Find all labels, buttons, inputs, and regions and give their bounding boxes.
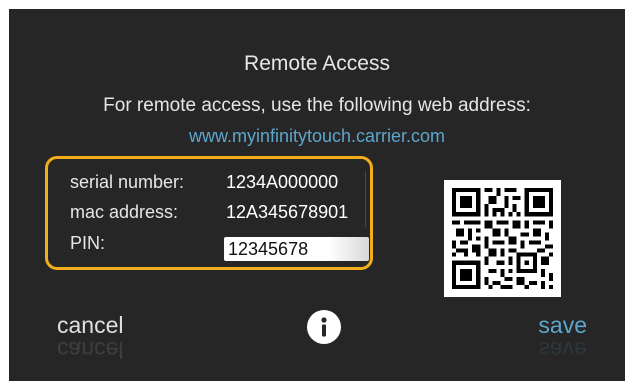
remote-access-screen: Remote Access For remote access, use the… (9, 9, 625, 381)
info-button[interactable] (307, 310, 341, 344)
mac-address-value: 12A345678901 (226, 202, 349, 222)
page-title: Remote Access (244, 52, 390, 75)
save-button[interactable]: save (538, 312, 587, 339)
qr-code-graphic (452, 188, 553, 289)
serial-number-value: 1234A000000 (226, 172, 339, 192)
device-info-box: serial number: 1234A000000 mac address: … (45, 156, 373, 270)
qr-code-icon (444, 180, 561, 297)
value-divider (365, 171, 366, 227)
info-icon (321, 317, 327, 337)
pin-input[interactable] (224, 237, 369, 261)
instructions-text: For remote access, use the following web… (103, 95, 531, 116)
cancel-button[interactable]: cancel (57, 312, 123, 339)
save-reflection: save (538, 337, 587, 363)
mac-address-label: mac address: (70, 202, 179, 222)
cancel-reflection: cancel (57, 337, 124, 363)
web-address-link[interactable]: www.myinfinitytouch.carrier.com (9, 126, 625, 147)
pin-label: PIN: (70, 233, 106, 253)
serial-number-label: serial number: (70, 172, 185, 192)
